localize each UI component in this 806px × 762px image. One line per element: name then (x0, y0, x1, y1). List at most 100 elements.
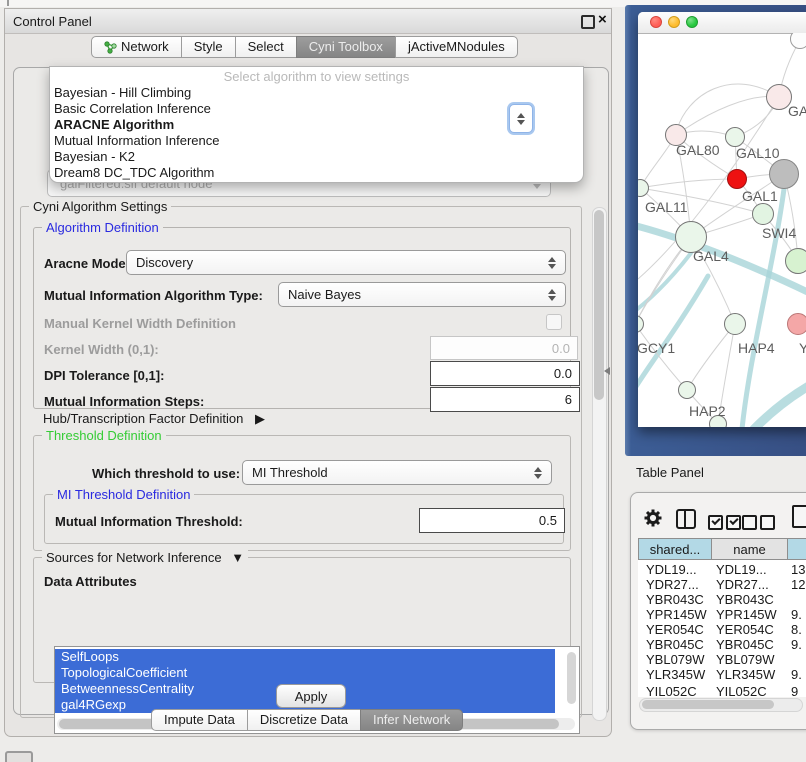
zoom-traffic-light[interactable] (686, 16, 698, 28)
algorithm-option-aracne[interactable]: ARACNE Algorithm (50, 117, 583, 133)
column-header-name[interactable]: name (711, 538, 788, 560)
table-panel-title: Table Panel (636, 465, 704, 480)
gear-icon[interactable] (643, 508, 663, 533)
settings-vertical-scrollbar[interactable] (592, 207, 607, 721)
node-selected-red[interactable] (727, 169, 747, 189)
table-row[interactable]: YDR27... YDR27... 12 (638, 577, 806, 592)
close-icon[interactable]: × (598, 11, 607, 28)
splitter-collapse-icon[interactable] (604, 367, 610, 375)
kernel-width-label: Kernel Width (0,1): (44, 342, 159, 357)
node-label: GAL1 (742, 188, 778, 204)
threshold-definition-group: Threshold Definition Which threshold to … (33, 435, 571, 551)
aracne-mode-combo[interactable]: Discovery (126, 250, 566, 275)
node-label: GAL4 (693, 248, 729, 264)
table-hscroll-thumb[interactable] (642, 700, 774, 709)
select-all-checks-icon[interactable] (708, 515, 741, 530)
tab-jactivemnodules[interactable]: jActiveMNodules (395, 36, 518, 58)
node-gray[interactable] (769, 159, 799, 189)
restore-panel-icon[interactable] (5, 751, 33, 762)
algorithm-option[interactable]: Bayesian - K2 (50, 149, 583, 165)
settings-vscroll-thumb[interactable] (594, 210, 604, 400)
control-panel-title: Control Panel (13, 14, 92, 29)
tab-discretize-data[interactable]: Discretize Data (247, 709, 361, 731)
control-panel-titlebar: Control Panel × (5, 9, 611, 34)
table-row[interactable]: YDL19... YDL19... 13 (638, 562, 806, 577)
combo-arrows-icon (534, 467, 542, 479)
collapse-down-icon[interactable]: ▼ (231, 550, 244, 565)
mi-threshold-label: Mutual Information Threshold: (55, 514, 243, 529)
column-header-shared[interactable]: shared... (638, 538, 712, 560)
mi-type-label: Mutual Information Algorithm Type: (44, 288, 263, 303)
tab-select[interactable]: Select (235, 36, 297, 58)
tab-network[interactable]: Network (91, 36, 182, 58)
node-green-mid[interactable] (752, 203, 774, 225)
mi-threshold-title: MI Threshold Definition (53, 487, 194, 502)
list-item[interactable]: TopologicalCoefficient (55, 665, 555, 681)
columns-icon[interactable] (676, 509, 696, 529)
algorithm-placeholder[interactable]: Select algorithm to view settings (50, 68, 583, 85)
expand-right-icon[interactable]: ▶ (255, 411, 265, 426)
algorithm-option[interactable]: Dream8 DC_TDC Algorithm (50, 165, 583, 181)
file-icon[interactable] (792, 505, 806, 528)
table-body: YDL19... YDL19... 13 YDR27... YDR27... 1… (638, 560, 806, 697)
list-vertical-scrollbar[interactable] (567, 652, 576, 704)
close-traffic-light[interactable] (650, 16, 662, 28)
mi-steps-field[interactable]: 6 (430, 387, 580, 412)
focused-combo-arrow[interactable] (509, 104, 533, 133)
control-panel-window: Control Panel × Network (4, 8, 612, 737)
algorithm-option[interactable]: Bayesian - Hill Climbing (50, 85, 583, 101)
which-threshold-label: Which threshold to use: (92, 466, 240, 481)
hub-section-label[interactable]: Hub/Transcription Factor Definition ▶ (43, 411, 265, 427)
table-row[interactable]: YBL079W YBL079W (638, 652, 806, 667)
cyni-algorithm-settings-title: Cyni Algorithm Settings (29, 199, 171, 214)
deselect-all-checks-icon[interactable] (742, 515, 775, 530)
table-row[interactable]: YIL052C YIL052C 9 (638, 684, 806, 697)
table-horizontal-scrollbar[interactable] (639, 698, 803, 712)
tab-network-label: Network (121, 37, 169, 57)
network-window-titlebar[interactable] (638, 12, 806, 34)
mi-threshold-field[interactable]: 0.5 (419, 508, 565, 533)
dpi-tolerance-field[interactable]: 0.0 (430, 361, 580, 386)
node-label: HAP2 (689, 403, 726, 419)
mi-type-combo[interactable]: Naive Bayes (278, 282, 566, 307)
minimize-traffic-light[interactable] (668, 16, 680, 28)
float-window-icon[interactable] (581, 15, 595, 29)
column-header-partial[interactable] (787, 538, 806, 560)
node-hap4[interactable] (724, 313, 746, 335)
list-item[interactable]: SelfLoops (55, 649, 555, 665)
node-label: GAL11 (645, 199, 688, 215)
node-gal10[interactable] (725, 127, 745, 147)
mi-steps-label: Mutual Information Steps: (44, 394, 204, 409)
manual-kernel-label: Manual Kernel Width Definition (44, 316, 236, 331)
which-threshold-combo[interactable]: MI Threshold (242, 460, 552, 485)
table-row[interactable]: YBR045C YBR045C 9. (638, 637, 806, 652)
algorithm-option[interactable]: Mutual Information Inference (50, 133, 583, 149)
sources-title[interactable]: Sources for Network Inference ▼ (42, 550, 248, 565)
network-canvas[interactable]: GAL GAL80 GAL10 GAL1 GAL11 SWI4 GAL4 GCY… (638, 33, 806, 427)
table-row[interactable]: YPR145W YPR145W 9. (638, 607, 806, 622)
node-green-right[interactable] (785, 248, 806, 274)
tab-impute-data[interactable]: Impute Data (151, 709, 248, 731)
node-label: GAL80 (676, 142, 720, 158)
node-label: SWI4 (762, 225, 796, 241)
node-label: GCY1 (638, 340, 675, 356)
algorithm-option[interactable]: Basic Correlation Inference (50, 101, 583, 117)
tab-cyni-toolbox[interactable]: Cyni Toolbox (296, 36, 396, 58)
app-root: Control Panel × Network (0, 0, 806, 762)
tab-infer-network[interactable]: Infer Network (360, 709, 463, 731)
node-label: Y (799, 340, 806, 356)
table-row[interactable]: YLR345W YLR345W 9. (638, 667, 806, 682)
table-row[interactable]: YER054C YER054C 8. (638, 622, 806, 637)
data-attributes-label: Data Attributes (44, 574, 137, 589)
node-label: GAL (788, 103, 806, 119)
combo-arrows-icon (548, 257, 556, 269)
node-salmon[interactable] (787, 313, 806, 335)
control-panel-tabbar: Network Style Select Cyni Toolbox jActiv… (91, 36, 518, 58)
tab-style[interactable]: Style (181, 36, 236, 58)
kernel-width-field[interactable]: 0.0 (430, 336, 578, 360)
table-row[interactable]: YBR043C YBR043C (638, 592, 806, 607)
manual-kernel-checkbox[interactable] (546, 314, 562, 330)
node-hap2[interactable] (678, 381, 696, 399)
aracne-mode-label: Aracne Mode: (44, 256, 130, 271)
apply-button[interactable]: Apply (276, 684, 346, 708)
